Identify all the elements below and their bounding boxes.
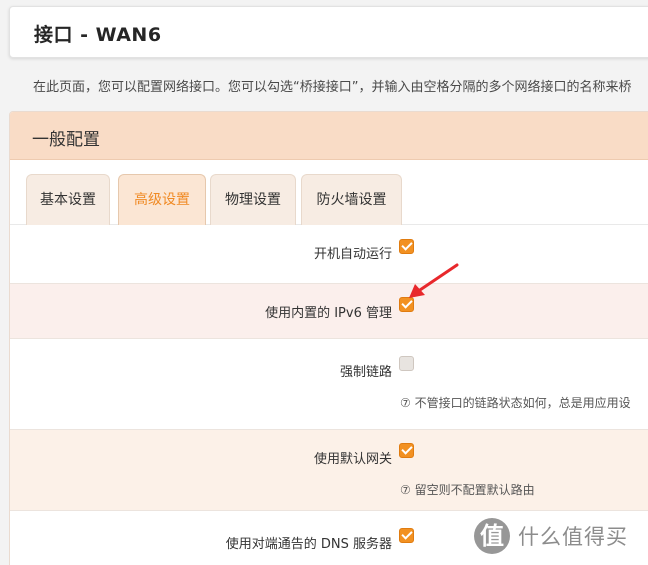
peer-dns-checkbox[interactable] <box>399 528 414 543</box>
force-link-checkbox[interactable] <box>399 356 414 371</box>
option-label: 使用对端通告的 DNS 服务器 <box>225 537 392 552</box>
option-label: 强制链路 <box>339 365 392 380</box>
auto-start-checkbox[interactable] <box>399 239 414 254</box>
page-title: 接口 - WAN6 <box>34 24 162 46</box>
panel-header: 一般配置 <box>10 112 648 160</box>
page-description: 在此页面，您可以配置网络接口。您可以勾选“桥接接口”，并输入由空格分隔的多个网络… <box>33 80 632 95</box>
tab-advanced-settings[interactable]: 高级设置 <box>118 174 206 226</box>
tab-basic-settings[interactable]: 基本设置 <box>26 174 110 226</box>
red-arrow-annotation <box>409 263 459 298</box>
option-label: 使用默认网关 <box>313 452 392 467</box>
default-gateway-hint: ⑦ 留空则不配置默认路由 <box>400 483 535 497</box>
general-config-panel: 一般配置 基本设置 高级设置 物理设置 防火墙设置 开机自动运行 使用内置的 I… <box>9 111 648 565</box>
option-row-auto-start: 开机自动运行 <box>10 225 648 283</box>
option-label: 使用内置的 IPv6 管理 <box>265 306 392 321</box>
page-title-bar: 接口 - WAN6 <box>9 6 648 58</box>
option-label: 开机自动运行 <box>313 247 392 262</box>
default-gateway-checkbox[interactable] <box>399 443 414 458</box>
tab-firewall-settings[interactable]: 防火墙设置 <box>301 174 402 226</box>
tab-physical-settings[interactable]: 物理设置 <box>210 174 296 226</box>
force-link-hint: ⑦ 不管接口的链路状态如何，总是用应用设 <box>400 396 631 410</box>
option-row-builtin-ipv6: 使用内置的 IPv6 管理 <box>10 284 648 338</box>
watermark-badge: 值 <box>474 518 510 554</box>
tab-bar: 基本设置 高级设置 物理设置 防火墙设置 <box>10 160 648 226</box>
panel-title: 一般配置 <box>32 130 100 150</box>
watermark-text: 什么值得买 <box>518 525 628 549</box>
option-row-force-link: 强制链路 ⑦ 不管接口的链路状态如何，总是用应用设 <box>10 339 648 429</box>
watermark-logo: 值 什么值得买 <box>474 518 628 554</box>
option-row-default-gateway: 使用默认网关 ⑦ 留空则不配置默认路由 <box>10 430 648 510</box>
